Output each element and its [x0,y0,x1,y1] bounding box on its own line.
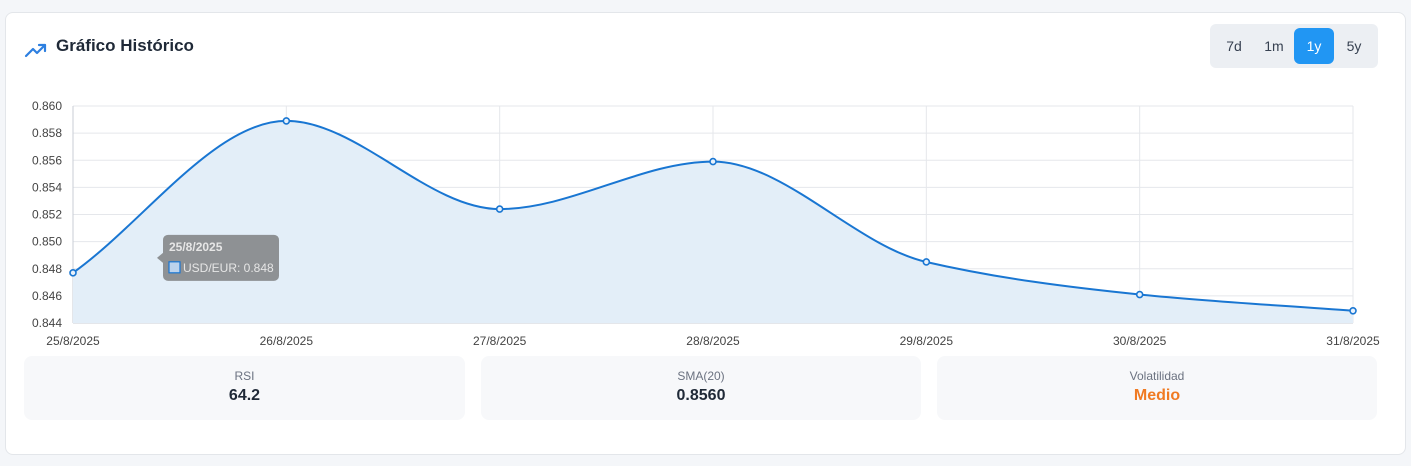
sma-label: SMA(20) [677,369,725,383]
data-point [495,205,504,213]
indicator-stats: RSI 64.2 SMA(20) 0.8560 Volatilidad Medi… [24,356,1377,420]
tooltip-label: USD/EUR: 0.848 [183,261,274,275]
volatility-label: Volatilidad [1129,369,1185,383]
rsi-value: 64.2 [228,387,261,404]
data-point [1135,290,1144,299]
y-tick-label: 0.860 [32,99,62,113]
data-point [922,258,931,266]
volatility-value: Medio [1133,387,1181,404]
y-tick-label: 0.854 [32,180,62,194]
data-point [69,269,77,277]
y-tick-label: 0.858 [32,126,62,140]
data-point [1349,306,1357,315]
sma-stat: SMA(20) 0.8560 [481,356,921,420]
sma-value: 0.8560 [676,387,726,404]
chart-tooltip: 25/8/2025 USD/EUR: 0.848 [157,234,279,281]
data-point [282,117,291,125]
x-tick-label: 29/8/2025 [900,334,954,348]
y-tick-label: 0.856 [32,153,62,167]
rsi-stat: RSI 64.2 [24,356,465,420]
tooltip-title: 25/8/2025 [169,240,223,254]
x-tick-label: 30/8/2025 [1113,334,1167,348]
y-tick-label: 0.848 [32,262,62,276]
data-point [709,157,717,166]
tooltip-swatch [168,261,181,274]
x-tick-label: 28/8/2025 [686,334,740,348]
volatility-stat: Volatilidad Medio [937,356,1377,420]
x-tick-label: 26/8/2025 [260,334,314,348]
x-tick-label: 25/8/2025 [46,334,100,348]
y-tick-label: 0.844 [32,316,62,330]
x-tick-label: 27/8/2025 [473,334,527,348]
y-tick-label: 0.850 [32,235,62,249]
x-tick-label: 31/8/2025 [1326,334,1380,348]
y-tick-label: 0.846 [32,289,62,303]
y-tick-label: 0.852 [32,208,62,222]
rsi-label: RSI [234,369,255,383]
line-chart[interactable]: 0.860 0.858 0.856 0.854 0.852 0.850 0.848 0.846… [0,0,1411,360]
